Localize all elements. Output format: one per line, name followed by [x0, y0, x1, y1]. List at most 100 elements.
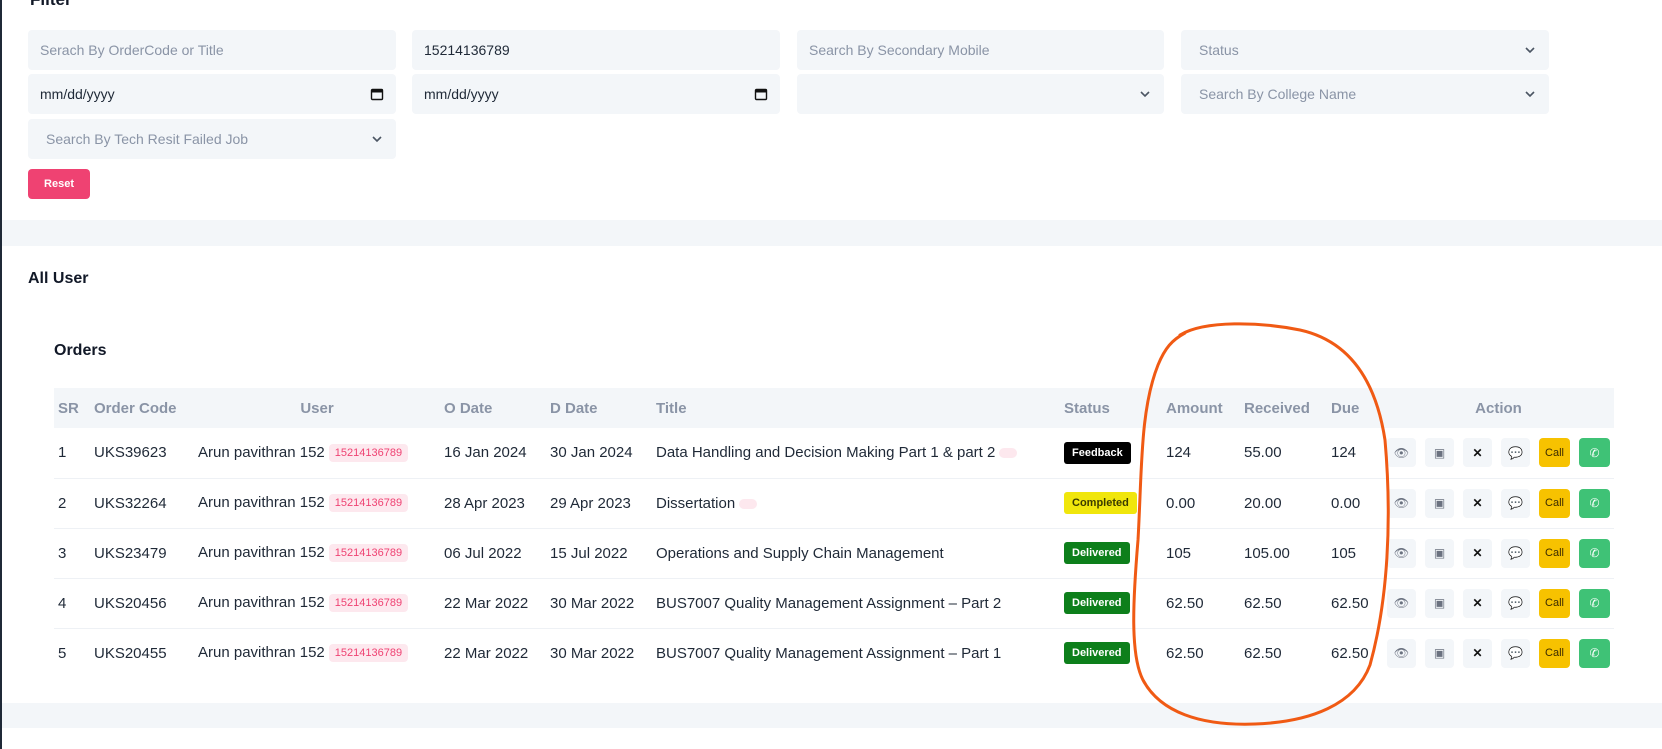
col-status: Status: [1064, 399, 1110, 417]
reset-button[interactable]: Reset: [28, 169, 90, 199]
payment-icon: ▣: [1433, 445, 1446, 460]
row-actions: 👁 ▣ ✕ 💬 Call ✆: [1383, 428, 1614, 478]
row-received: 62.50: [1244, 594, 1282, 612]
payment-button[interactable]: ▣: [1425, 588, 1454, 618]
call-button[interactable]: Call: [1539, 438, 1570, 468]
row-sr: 4: [58, 594, 67, 612]
chat-icon: 💬: [1508, 596, 1523, 610]
table-header-row: SR Order Code User O Date D Date Title S…: [54, 388, 1614, 428]
mobile-badge: 15214136789: [328, 594, 409, 613]
payment-icon: ▣: [1433, 496, 1446, 510]
close-icon: ✕: [1472, 445, 1483, 460]
row-order-code: UKS20455: [94, 644, 167, 662]
user-name: Arun pavithran 152: [198, 493, 325, 511]
col-order-code: Order Code: [94, 399, 177, 417]
title-tag: [739, 498, 758, 509]
to-date-input[interactable]: mm/dd/yyyy: [412, 74, 780, 114]
row-due: 105: [1331, 544, 1357, 562]
view-button[interactable]: 👁: [1387, 638, 1416, 668]
phone-icon: ✆: [1589, 546, 1600, 560]
payment-button[interactable]: ▣: [1425, 538, 1454, 568]
status-placeholder: Status: [1199, 42, 1239, 58]
row-status: Delivered: [1060, 628, 1162, 678]
phone-button[interactable]: ✆: [1579, 588, 1610, 618]
mobile-badge: 15214136789: [328, 544, 409, 563]
cancel-button[interactable]: ✕: [1463, 438, 1492, 468]
from-date-input[interactable]: mm/dd/yyyy: [28, 74, 396, 114]
payment-icon: ▣: [1433, 596, 1446, 610]
chevron-down-icon: [1523, 43, 1537, 57]
chat-button[interactable]: 💬: [1501, 588, 1530, 618]
phone-button[interactable]: ✆: [1579, 488, 1610, 518]
view-button[interactable]: 👁: [1387, 438, 1416, 468]
view-button[interactable]: 👁: [1387, 588, 1416, 618]
cancel-button[interactable]: ✕: [1463, 638, 1492, 668]
row-title: BUS7007 Quality Management Assignment – …: [652, 628, 1060, 678]
view-button[interactable]: 👁: [1387, 538, 1416, 568]
payment-button[interactable]: ▣: [1425, 438, 1454, 468]
calendar-icon[interactable]: [370, 87, 384, 101]
order-search-input[interactable]: Serach By OrderCode or Title: [28, 30, 396, 70]
row-due: 0.00: [1331, 494, 1361, 512]
row-due: 124: [1331, 444, 1357, 462]
tech-resit-placeholder: Search By Tech Resit Failed Job: [46, 131, 249, 147]
row-d-date: 15 Jul 2022: [550, 544, 628, 562]
order-title: Operations and Supply Chain Management: [656, 544, 944, 562]
row-received: 105.00: [1244, 544, 1290, 562]
mobile-search-input[interactable]: 15214136789: [412, 30, 780, 70]
order-title: Dissertation: [656, 494, 736, 512]
call-button[interactable]: Call: [1539, 488, 1570, 518]
row-status: Feedback: [1060, 428, 1162, 478]
col-amount: Amount: [1166, 399, 1223, 417]
cancel-button[interactable]: ✕: [1463, 488, 1492, 518]
secondary-mobile-input[interactable]: Search By Secondary Mobile: [797, 30, 1164, 70]
col-d-date: D Date: [550, 399, 598, 417]
row-status: Delivered: [1060, 578, 1162, 628]
calendar-icon[interactable]: [754, 87, 768, 101]
row-actions: 👁 ▣ ✕ 💬 Call ✆: [1383, 628, 1614, 678]
row-d-date: 29 Apr 2023: [550, 494, 631, 512]
blank-select[interactable]: [797, 74, 1164, 114]
row-sr: 5: [58, 644, 67, 662]
to-date-placeholder: mm/dd/yyyy: [424, 86, 499, 102]
title-tag: [999, 448, 1018, 459]
close-icon: ✕: [1472, 646, 1483, 661]
phone-button[interactable]: ✆: [1579, 538, 1610, 568]
chat-button[interactable]: 💬: [1501, 538, 1530, 568]
view-button[interactable]: 👁: [1387, 488, 1416, 518]
call-button[interactable]: Call: [1539, 638, 1570, 668]
row-order-code: UKS20456: [94, 594, 167, 612]
row-o-date: 16 Jan 2024: [444, 444, 527, 462]
chat-button[interactable]: 💬: [1501, 638, 1530, 668]
eye-icon: 👁: [1393, 445, 1410, 460]
payment-button[interactable]: ▣: [1425, 488, 1454, 518]
row-d-date: 30 Jan 2024: [550, 444, 633, 462]
row-user: Arun pavithran 152 15214136789: [194, 528, 440, 578]
chat-button[interactable]: 💬: [1501, 438, 1530, 468]
chevron-down-icon: [370, 132, 384, 146]
chat-icon: 💬: [1508, 646, 1523, 661]
status-select[interactable]: Status: [1181, 30, 1549, 70]
all-user-panel: All User Orders SR Order Code User O Dat…: [2, 246, 1662, 703]
phone-button[interactable]: ✆: [1579, 438, 1610, 468]
user-name: Arun pavithran 152: [198, 543, 325, 561]
tech-resit-select[interactable]: Search By Tech Resit Failed Job: [28, 119, 396, 159]
cancel-button[interactable]: ✕: [1463, 538, 1492, 568]
chevron-down-icon: [1138, 87, 1152, 101]
user-name: Arun pavithran 152: [198, 443, 325, 461]
bottom-panel: [2, 728, 1662, 749]
table-row: 1 UKS39623 Arun pavithran 152 15214136789…: [54, 428, 1614, 478]
call-button[interactable]: Call: [1539, 588, 1570, 618]
payment-button[interactable]: ▣: [1425, 638, 1454, 668]
cancel-button[interactable]: ✕: [1463, 588, 1492, 618]
row-actions: 👁 ▣ ✕ 💬 Call ✆: [1383, 478, 1614, 528]
secondary-mobile-placeholder: Search By Secondary Mobile: [809, 42, 990, 58]
college-select[interactable]: Search By College Name: [1181, 74, 1549, 114]
call-button[interactable]: Call: [1539, 538, 1570, 568]
col-due: Due: [1331, 399, 1360, 417]
row-status: Completed: [1060, 478, 1162, 528]
phone-button[interactable]: ✆: [1579, 638, 1610, 668]
mobile-badge: 15214136789: [328, 443, 409, 462]
eye-icon: 👁: [1393, 646, 1410, 661]
chat-button[interactable]: 💬: [1501, 488, 1530, 518]
